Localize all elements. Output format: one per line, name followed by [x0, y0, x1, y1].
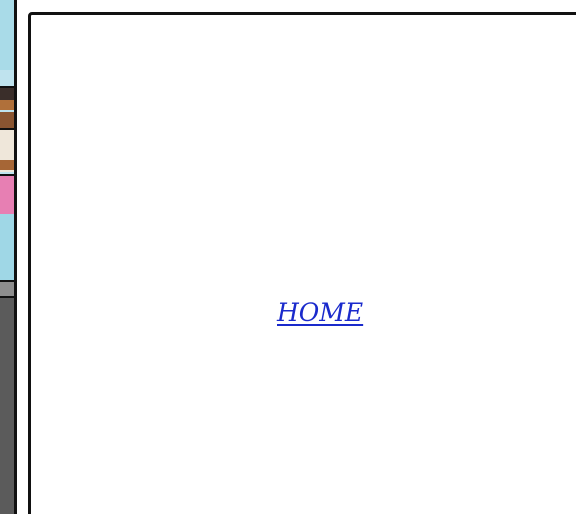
- main-comic-panel: HOME: [28, 12, 576, 514]
- illustration-outline: [0, 174, 14, 176]
- home-link[interactable]: HOME: [277, 298, 363, 327]
- illustration-window: [0, 214, 14, 282]
- illustration-ground: [0, 298, 14, 514]
- illustration-roof: [0, 88, 14, 100]
- illustration-awning: [0, 100, 14, 110]
- illustration-outline: [0, 128, 14, 130]
- left-comic-panel-illustration: [0, 0, 17, 514]
- illustration-outline: [0, 296, 14, 298]
- comic-page: HOME: [0, 0, 576, 514]
- illustration-outline: [0, 280, 14, 282]
- illustration-sky: [0, 0, 14, 70]
- illustration-trim: [0, 160, 14, 170]
- illustration-awning-pink: [0, 176, 14, 216]
- illustration-outline: [0, 86, 14, 88]
